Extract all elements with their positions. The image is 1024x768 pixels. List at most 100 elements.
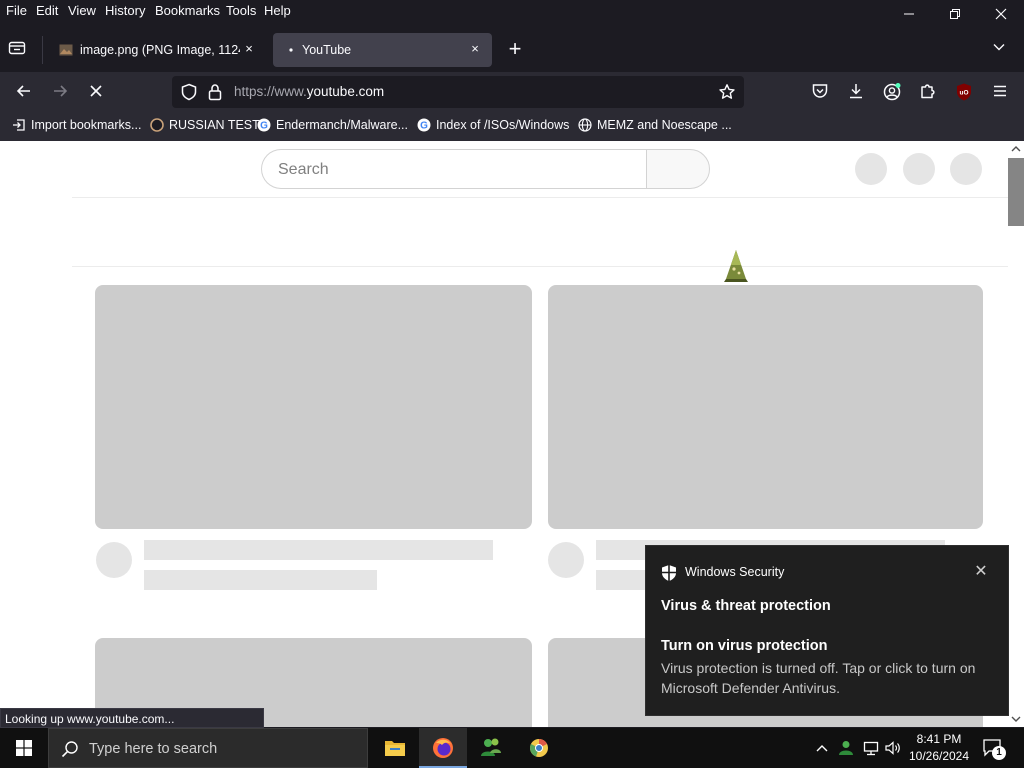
image-favicon-icon bbox=[59, 44, 73, 56]
close-window-button[interactable] bbox=[978, 2, 1024, 26]
minimize-button[interactable] bbox=[886, 2, 932, 26]
forward-arrow-icon bbox=[54, 85, 68, 97]
tab-image-png[interactable]: image.png (PNG Image, 1124 × × bbox=[48, 33, 266, 67]
stop-icon bbox=[90, 85, 102, 97]
bookmark-label: Import bookmarks... bbox=[31, 118, 142, 132]
people-tray-icon[interactable] bbox=[837, 739, 855, 757]
tab-close-button[interactable]: × bbox=[240, 40, 258, 58]
ublock-button[interactable]: uO bbox=[951, 80, 977, 104]
firefox-view-button[interactable] bbox=[8, 40, 32, 60]
action-center-button[interactable]: 1 bbox=[980, 736, 1008, 760]
lock-icon[interactable] bbox=[207, 83, 223, 101]
chevron-down-icon bbox=[993, 44, 1005, 51]
taskbar-chrome-app[interactable] bbox=[515, 728, 563, 768]
restore-button[interactable] bbox=[932, 2, 978, 26]
title-line-placeholder bbox=[144, 540, 493, 560]
menu-help[interactable]: Help bbox=[264, 3, 291, 18]
account-icon bbox=[883, 83, 901, 101]
downloads-button[interactable] bbox=[843, 80, 869, 104]
video-thumbnail-placeholder bbox=[548, 285, 983, 529]
clock-date[interactable]: 10/26/2024 bbox=[906, 749, 972, 763]
header-placeholder-circle bbox=[903, 153, 935, 185]
scrollbar-thumb[interactable] bbox=[1008, 158, 1024, 226]
bookmark-import[interactable]: Import bookmarks... bbox=[12, 118, 141, 132]
menu-bookmarks[interactable]: Bookmarks bbox=[155, 3, 220, 18]
navigation-toolbar: https://www.youtube.com uO bbox=[0, 72, 1024, 112]
back-arrow-icon bbox=[16, 85, 30, 97]
youtube-search-button[interactable] bbox=[646, 149, 710, 189]
list-all-tabs-button[interactable] bbox=[992, 40, 1016, 60]
notification-close-button[interactable]: ✕ bbox=[972, 563, 990, 581]
windows-logo-icon bbox=[16, 740, 32, 756]
youtube-search-input[interactable]: Search bbox=[261, 149, 647, 189]
bookmark-label: Endermanch/Malware... bbox=[276, 118, 409, 132]
url-bar[interactable]: https://www.youtube.com bbox=[172, 76, 744, 108]
folder-icon bbox=[385, 741, 405, 756]
taskbar-search-box[interactable]: Type here to search bbox=[48, 728, 368, 768]
scroll-down-arrow-icon[interactable] bbox=[1008, 713, 1024, 725]
channel-avatar-placeholder bbox=[96, 542, 132, 578]
firefox-view-icon bbox=[8, 41, 26, 55]
tab-strip: image.png (PNG Image, 1124 × × YouTube ×… bbox=[0, 28, 1024, 72]
forward-button[interactable] bbox=[47, 80, 73, 104]
import-icon bbox=[13, 119, 25, 131]
svg-text:G: G bbox=[420, 121, 428, 132]
back-button[interactable] bbox=[11, 80, 37, 104]
taskbar-file-explorer[interactable] bbox=[371, 728, 419, 768]
svg-text:uO: uO bbox=[959, 90, 968, 97]
shield-icon[interactable] bbox=[180, 83, 198, 101]
bookmark-russian-test[interactable]: RUSSIAN TEST bbox=[150, 118, 260, 132]
bookmark-index-isos[interactable]: G Index of /ISOs/Windows bbox=[417, 118, 569, 132]
pocket-icon bbox=[812, 84, 828, 98]
bookmark-label: RUSSIAN TEST bbox=[169, 118, 260, 132]
taskbar-firefox[interactable] bbox=[419, 728, 467, 768]
page-scrollbar[interactable] bbox=[1008, 141, 1024, 727]
menu-view[interactable]: View bbox=[68, 3, 96, 18]
globe-icon bbox=[578, 118, 592, 132]
menu-file[interactable]: File bbox=[6, 3, 27, 18]
bookmark-memz[interactable]: MEMZ and Noescape ... bbox=[578, 118, 732, 132]
scroll-up-arrow-icon[interactable] bbox=[1008, 143, 1024, 155]
tab-close-button[interactable]: × bbox=[466, 40, 484, 58]
extensions-button[interactable] bbox=[915, 80, 941, 104]
clock-time[interactable]: 8:41 PM bbox=[906, 732, 972, 746]
bookmarks-toolbar: Import bookmarks... RUSSIAN TEST G Enderm… bbox=[0, 112, 1024, 141]
header-divider bbox=[72, 197, 1008, 198]
stop-button[interactable] bbox=[83, 80, 109, 104]
menu-history[interactable]: History bbox=[105, 3, 145, 18]
tab-youtube[interactable]: YouTube × bbox=[273, 33, 492, 67]
bookmark-endermanch[interactable]: G Endermanch/Malware... bbox=[257, 118, 408, 132]
account-button[interactable] bbox=[879, 80, 905, 104]
chevron-up-icon[interactable] bbox=[815, 742, 829, 754]
network-icon[interactable] bbox=[862, 739, 880, 757]
header-placeholder-circle bbox=[855, 153, 887, 185]
volume-icon[interactable] bbox=[884, 739, 902, 757]
app-menu-button[interactable] bbox=[987, 80, 1013, 104]
url-text: https://www.youtube.com bbox=[234, 84, 384, 99]
taskbar-users-app[interactable] bbox=[467, 728, 515, 768]
tab-divider bbox=[42, 36, 43, 64]
channel-avatar-placeholder bbox=[548, 542, 584, 578]
users-icon bbox=[481, 738, 501, 756]
search-icon bbox=[61, 741, 78, 758]
status-panel: Looking up www.youtube.com... bbox=[0, 708, 264, 728]
loading-dot-icon bbox=[289, 48, 293, 52]
close-icon bbox=[995, 8, 1007, 20]
pocket-button[interactable] bbox=[807, 80, 833, 104]
hamburger-menu-icon bbox=[994, 85, 1006, 97]
chips-divider bbox=[72, 266, 1008, 267]
windows-security-notification[interactable]: Windows Security ✕ Virus & threat protec… bbox=[645, 545, 1009, 716]
chrome-like-icon bbox=[530, 739, 548, 757]
tab-title: image.png (PNG Image, 1124 × bbox=[80, 43, 240, 57]
header-placeholder-circle bbox=[950, 153, 982, 185]
notification-body: Virus protection is turned off. Tap or c… bbox=[661, 660, 976, 696]
menu-tools[interactable]: Tools bbox=[226, 3, 256, 18]
new-tab-button[interactable]: + bbox=[504, 38, 526, 62]
google-icon: G bbox=[257, 118, 271, 132]
meta-line-placeholder bbox=[144, 570, 377, 590]
star-bookmark-icon[interactable] bbox=[718, 83, 736, 101]
firefox-icon bbox=[433, 738, 453, 758]
notification-app-name: Windows Security bbox=[685, 565, 785, 579]
start-button[interactable] bbox=[0, 728, 48, 768]
menu-edit[interactable]: Edit bbox=[36, 3, 58, 18]
